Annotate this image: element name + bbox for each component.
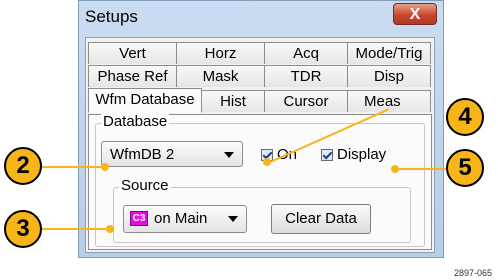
callout-3: 3 [4, 210, 42, 248]
tab-vert[interactable]: Vert [88, 42, 177, 64]
title-bar: Setups X [79, 1, 443, 35]
tab-row-2: Phase Ref Mask TDR Disp [88, 65, 431, 87]
chevron-down-icon [228, 216, 238, 222]
callout-2: 2 [4, 147, 42, 185]
chevron-down-icon [224, 152, 234, 158]
source-group-label: Source [119, 177, 171, 194]
callout-2-dot [101, 163, 109, 171]
tab-hist[interactable]: Hist [201, 90, 265, 112]
tab-tdr[interactable]: TDR [264, 65, 348, 87]
tab-disp[interactable]: Disp [347, 65, 431, 87]
callout-4: 4 [446, 98, 484, 136]
window-body: Vert Horz Acq Mode/Trig Phase Ref Mask T… [85, 37, 435, 253]
clear-data-button[interactable]: Clear Data [271, 204, 371, 234]
tab-row-3: Wfm Database Hist Cursor Meas [88, 88, 431, 113]
setups-window: Setups X Vert Horz Acq Mode/Trig Phase R… [78, 0, 444, 258]
tab-meas[interactable]: Meas [347, 90, 431, 112]
window-title: Setups [85, 7, 138, 26]
callout-5-dot [391, 165, 399, 173]
database-group-label: Database [101, 113, 170, 130]
tab-horz[interactable]: Horz [176, 42, 265, 64]
tab-phase-ref[interactable]: Phase Ref [88, 65, 177, 87]
tab-mask[interactable]: Mask [176, 65, 265, 87]
close-button[interactable]: X [393, 3, 437, 25]
tab-wfm-database[interactable]: Wfm Database [88, 88, 202, 113]
tab-acq[interactable]: Acq [264, 42, 348, 64]
callout-3-connector [40, 228, 110, 230]
callout-5: 5 [446, 149, 484, 187]
database-select[interactable]: WfmDB 2 [101, 141, 243, 167]
source-select-value: on Main [154, 210, 208, 227]
display-checkbox-label: Display [337, 146, 387, 163]
database-select-value: WfmDB 2 [110, 146, 175, 163]
channel-badge: C3 [130, 211, 148, 226]
tab-mode-trig[interactable]: Mode/Trig [347, 42, 431, 64]
callout-4-dot [263, 158, 271, 166]
tab-row-1: Vert Horz Acq Mode/Trig [88, 42, 431, 64]
callout-3-dot [106, 225, 114, 233]
wfm-database-panel: Database WfmDB 2 On Display Source C3 on… [88, 113, 432, 250]
callout-5-connector [394, 168, 448, 170]
tab-cursor[interactable]: Cursor [264, 90, 348, 112]
source-select[interactable]: C3 on Main [123, 205, 247, 233]
display-checkbox[interactable]: Display [321, 146, 386, 163]
checkbox-checked-icon [321, 148, 333, 161]
figure-code: 2897-065 [453, 268, 492, 278]
callout-2-connector [40, 166, 104, 168]
